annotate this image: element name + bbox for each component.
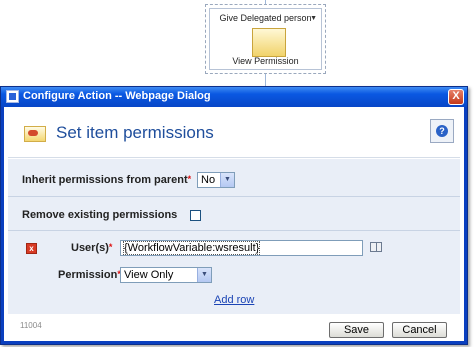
version-text: 11004: [20, 321, 42, 330]
users-input-value: {WorkflowVariable:wsresult}: [123, 241, 261, 255]
page-title: Set item permissions: [56, 123, 214, 142]
workflow-action-card: Give Delegated person ▼ View Permission: [209, 8, 322, 70]
close-button[interactable]: X: [448, 89, 464, 105]
delete-row-icon[interactable]: x: [26, 243, 37, 254]
connector-line: [265, 74, 266, 86]
permission-label: Permission*: [58, 269, 121, 281]
configure-action-dialog: Configure Action -- Webpage Dialog X Set…: [0, 86, 468, 345]
inherit-permissions-label: Inherit permissions from parent*: [22, 174, 191, 186]
users-label: User(s)*: [71, 242, 112, 254]
section-divider: [8, 196, 460, 197]
dialog-footer: 11004 Save Cancel: [8, 314, 460, 341]
save-button[interactable]: Save: [329, 322, 384, 338]
workflow-action-box[interactable]: Give Delegated person ▼ View Permission: [205, 4, 326, 74]
permission-label-text: Permission: [58, 269, 118, 281]
inherit-permissions-select[interactable]: No ▼: [197, 172, 235, 188]
users-label-text: User(s): [71, 242, 109, 254]
chevron-down-icon[interactable]: ▼: [197, 268, 211, 282]
inherit-permissions-text: Inherit permissions from parent: [22, 174, 188, 186]
ie-window-icon: [6, 90, 19, 103]
remove-permissions-label: Remove existing permissions: [22, 209, 178, 221]
key-icon: [24, 126, 46, 142]
add-row-link[interactable]: Add row: [214, 294, 254, 306]
section-divider: [8, 230, 460, 231]
key-icon[interactable]: [252, 28, 286, 57]
chevron-down-icon[interactable]: ▼: [310, 15, 317, 22]
inherit-permissions-value: No: [201, 174, 216, 186]
dialog-title: Configure Action -- Webpage Dialog: [23, 90, 211, 102]
dialog-client-area: Set item permissions ? Inherit permissio…: [4, 107, 464, 341]
permission-select[interactable]: View Only ▼: [120, 267, 212, 283]
required-marker: *: [108, 242, 113, 252]
help-button[interactable]: ?: [430, 119, 454, 143]
remove-permissions-checkbox[interactable]: [190, 210, 201, 221]
form-area: Inherit permissions from parent* No ▼ Re…: [8, 159, 460, 314]
help-icon: ?: [436, 125, 448, 137]
required-marker: *: [187, 174, 192, 184]
dialog-titlebar[interactable]: Configure Action -- Webpage Dialog X: [1, 87, 467, 107]
cancel-button[interactable]: Cancel: [392, 322, 447, 338]
users-input[interactable]: {WorkflowVariable:wsresult}: [120, 240, 363, 256]
workflow-action-label: View Permission: [232, 56, 299, 66]
permission-value: View Only: [124, 269, 174, 281]
chevron-down-icon[interactable]: ▼: [220, 173, 234, 187]
address-book-icon[interactable]: [370, 242, 382, 252]
dialog-header: Set item permissions ?: [8, 111, 460, 158]
workflow-action-title: Give Delegated person: [219, 13, 312, 23]
